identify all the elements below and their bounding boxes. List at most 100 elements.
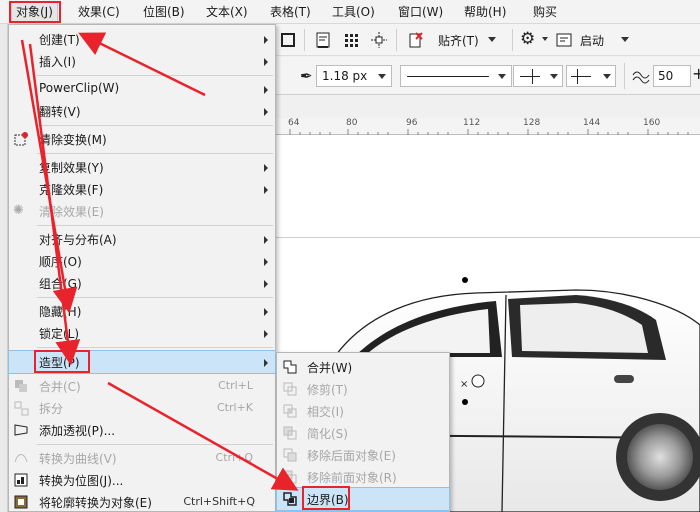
submenu-item-intersect: 相交(I): [277, 400, 449, 422]
boundary-icon: [283, 492, 297, 506]
snap-to-dropdown[interactable]: 贴齐(T): [438, 32, 479, 49]
property-bar: ✒ 1.18 px 50 +: [276, 57, 700, 95]
smoothing-field[interactable]: 50: [653, 65, 691, 87]
menu-item-powerclip[interactable]: PowerClip(W): [9, 78, 275, 100]
menu-item-group[interactable]: 组合(G): [9, 272, 275, 294]
menu-effects[interactable]: 效果(C): [78, 4, 120, 21]
launch-button[interactable]: 启动: [580, 32, 604, 49]
menu-item-align-distribute[interactable]: 对齐与分布(A): [9, 228, 275, 250]
menu-buy[interactable]: 购买: [533, 4, 557, 21]
break-apart-icon: [14, 401, 29, 416]
submenu-arrow-icon: [264, 236, 268, 244]
fullscreen-icon[interactable]: [279, 31, 297, 49]
menu-item-lock[interactable]: 锁定(L): [9, 322, 275, 344]
submenu-arrow-icon: [264, 186, 268, 194]
menu-item-hide[interactable]: 隐藏(H): [9, 300, 275, 322]
clear-effect-icon: ✺: [13, 203, 24, 218]
simplify-icon: [283, 426, 297, 440]
submenu-item-boundary[interactable]: 边界(B): [276, 487, 450, 511]
launch-dropdown-arrow[interactable]: [621, 37, 629, 42]
perspective-icon: [14, 424, 28, 436]
menu-tools[interactable]: 工具(O): [332, 4, 375, 21]
launch-icon[interactable]: [555, 31, 573, 49]
outline-width-value: 1.18 px: [322, 69, 368, 83]
submenu-item-weld[interactable]: 合并(W): [277, 356, 449, 378]
menu-item-add-perspective[interactable]: 添加透视(P)...: [9, 419, 275, 441]
submenu-arrow-icon: [264, 258, 268, 266]
menu-item-combine: 合并(C) Ctrl+L: [9, 375, 275, 397]
weld-icon: [283, 360, 297, 374]
clear-transform-icon: [14, 132, 28, 146]
chevron-down-icon[interactable]: [498, 74, 506, 79]
shaping-submenu: 合并(W) 修剪(T) 相交(I) 简化(S) 移除后面对象(E) 移除前面对象…: [276, 352, 450, 512]
menu-bitmaps[interactable]: 位图(B): [143, 4, 185, 21]
menu-item-convert-to-bitmap[interactable]: 转换为位图(J)...: [9, 469, 275, 491]
ruler-tick: 160: [643, 118, 661, 128]
outline-width-field[interactable]: 1.18 px: [316, 65, 392, 87]
menu-window[interactable]: 窗口(W): [398, 4, 443, 21]
menu-item-copy-effect[interactable]: 复制效果(Y): [9, 156, 275, 178]
gear-dropdown-arrow[interactable]: [542, 37, 548, 41]
outline-to-object-icon: [14, 495, 28, 509]
menu-bar: 对象(J) 效果(C) 位图(B) 文本(X) 表格(T) 工具(O) 窗口(W…: [0, 0, 700, 24]
menu-item-order[interactable]: 顺序(O): [9, 250, 275, 272]
back-minus-front-icon: [283, 448, 297, 462]
snap-dropdown-arrow[interactable]: [488, 37, 496, 42]
object-menu: 创建(T) 插入(I) PowerClip(W) 翻转(V) 清除变换(M) 复…: [8, 24, 276, 512]
chevron-down-icon[interactable]: [603, 74, 611, 79]
ruler-tick: 64: [288, 118, 300, 128]
gear-icon[interactable]: ⚙: [520, 30, 535, 48]
menu-item-shaping[interactable]: 造型(P): [8, 350, 276, 374]
svg-text:×: ×: [460, 379, 468, 390]
ruler-tick: 144: [583, 118, 601, 128]
menu-item-flip[interactable]: 翻转(V): [9, 100, 275, 122]
standard-toolbar: 贴齐(T) ⚙ 启动: [276, 24, 700, 56]
menu-help[interactable]: 帮助(H): [464, 4, 506, 21]
pen-icon: ✒: [300, 67, 313, 85]
toolbox-strip: [0, 24, 8, 512]
menu-item-insert[interactable]: 插入(I): [9, 50, 275, 72]
submenu-item-trim: 修剪(T): [277, 378, 449, 400]
menu-item-convert-outline[interactable]: 将轮廓转换为对象(E) Ctrl+Shift+Q: [9, 491, 275, 512]
submenu-item-front-minus-back: 移除前面对象(R): [277, 466, 449, 488]
smoothing-value: 50: [658, 69, 674, 83]
menu-table[interactable]: 表格(T): [270, 4, 311, 21]
menu-item-clear-effect: ✺ 清除效果(E): [13, 203, 104, 219]
submenu-arrow-icon: [264, 164, 268, 172]
menu-item-clone-effect[interactable]: 克隆效果(F): [9, 178, 275, 200]
page-layout-icon[interactable]: [314, 31, 332, 49]
grid-icon[interactable]: [342, 31, 360, 49]
guidelines-icon[interactable]: [370, 31, 388, 49]
menu-item-convert-to-curves: 转换为曲线(V) Ctrl+Q: [9, 447, 275, 469]
intersect-icon: [283, 404, 297, 418]
menu-item-break-apart: 拆分 Ctrl+K: [9, 397, 275, 419]
chevron-down-icon[interactable]: [378, 74, 386, 79]
bitmap-icon: [14, 473, 28, 487]
submenu-arrow-icon: [264, 330, 268, 338]
smoothing-icon: [632, 71, 650, 84]
submenu-arrow-icon: [264, 58, 268, 66]
trim-icon: [283, 382, 297, 396]
submenu-arrow-icon: [264, 280, 268, 288]
submenu-arrow-icon: [264, 308, 268, 316]
line-style-field[interactable]: [400, 65, 512, 87]
ruler-tick: 112: [463, 118, 481, 128]
combine-icon: [15, 380, 27, 392]
ruler-tick: 128: [523, 118, 541, 128]
submenu-arrow-icon: [264, 86, 268, 94]
increase-icon[interactable]: +: [692, 65, 700, 83]
menu-item-clear-transformations[interactable]: 清除变换(M): [9, 128, 275, 150]
chevron-down-icon[interactable]: [550, 74, 558, 79]
horizontal-ruler: 64 80 96 112 128 144 160: [276, 118, 700, 135]
submenu-item-back-minus-front: 移除后面对象(E): [277, 444, 449, 466]
submenu-arrow-icon: [264, 359, 268, 367]
snap-off-icon[interactable]: [406, 31, 424, 49]
end-arrowhead-field[interactable]: [566, 65, 616, 87]
submenu-arrow-icon: [264, 108, 268, 116]
menu-text[interactable]: 文本(X): [206, 4, 248, 21]
menu-object[interactable]: 对象(J): [11, 2, 58, 22]
curves-icon: [14, 454, 28, 463]
ruler-tick: 80: [346, 118, 358, 128]
start-arrowhead-field[interactable]: [513, 65, 563, 87]
menu-item-create[interactable]: 创建(T): [9, 28, 275, 50]
